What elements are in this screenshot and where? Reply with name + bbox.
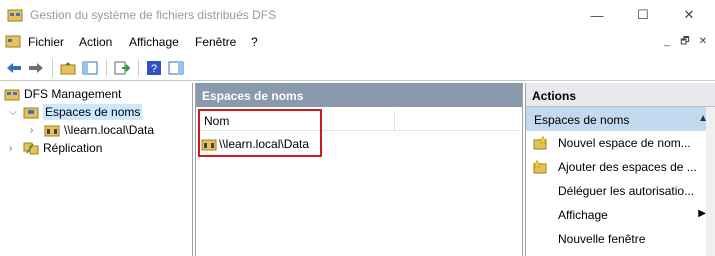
action-view[interactable]: Affichage ▶ [526,203,715,227]
namespaces-icon [23,107,39,119]
tree-item-namespace-data[interactable]: \\learn.local\Data [44,121,154,139]
tree-item-dfs-management[interactable]: DFS Management [4,85,121,103]
action-add-namespaces[interactable]: Ajouter des espaces de ... [526,155,715,179]
action-label: Nouvelle fenêtre [558,232,646,246]
export-list-icon[interactable] [112,58,132,78]
chevron-right-icon[interactable]: › [9,143,12,154]
actions-pane-title: Actions [526,83,715,107]
actions-scrollbar[interactable] [706,107,715,256]
results-pane: Espaces de noms Nom \\learn.local\Data [195,83,523,256]
mmc-menu-icon[interactable] [5,34,21,48]
namespace-server-icon [44,125,60,137]
chevron-right-icon[interactable]: › [30,125,33,136]
add-namespace-icon [532,159,547,174]
tree-label: Espaces de noms [43,104,143,120]
menu-bar: Fichier Action Affichage Fenêtre ? [0,30,715,53]
close-button[interactable]: ✕ [666,0,712,30]
action-label: Nouvel espace de nom... [558,136,691,150]
new-namespace-icon [533,135,548,150]
submenu-arrow-icon: ▶ [698,208,706,219]
toolbar: ? [0,55,715,81]
actions-section-namespaces[interactable]: Espaces de noms ▲ [526,107,715,131]
action-label: Ajouter des espaces de ... [558,160,697,174]
replication-icon [23,142,39,155]
column-divider[interactable] [394,111,395,131]
tree-item-replication[interactable]: Réplication [23,139,102,157]
actions-pane: Actions Espaces de noms ▲ Nouvel espace … [525,83,715,256]
minimize-button[interactable]: — [574,0,620,30]
back-icon[interactable] [4,58,24,78]
chevron-down-icon[interactable]: ⌵ [9,107,17,118]
up-folder-icon[interactable] [58,58,78,78]
show-hide-tree-icon[interactable] [80,58,100,78]
menu-affichage[interactable]: Affichage [129,35,179,49]
action-delegate-permissions[interactable]: Déléguer les autorisatio... [526,179,715,203]
action-label: Affichage [558,208,608,222]
menu-action[interactable]: Action [79,35,112,49]
menu-fenetre[interactable]: Fenêtre [195,35,236,49]
annotation-highlight [198,109,322,157]
tree-label: Réplication [43,141,103,155]
child-close-icon[interactable]: ✕ [696,36,710,48]
dfs-app-icon [7,9,23,22]
toolbar-separator [138,59,139,77]
show-hide-action-pane-icon[interactable] [166,58,186,78]
forward-icon[interactable] [26,58,46,78]
toolbar-separator [52,59,53,77]
tree-label: \\learn.local\Data [64,123,155,137]
window-title: Gestion du système de fichiers distribué… [30,8,277,22]
svg-text:?: ? [151,63,157,75]
toolbar-separator [106,59,107,77]
actions-section-label: Espaces de noms [534,113,630,127]
tree-label: DFS Management [24,87,122,101]
child-minimize-icon[interactable]: _ [660,36,674,48]
help-icon[interactable]: ? [144,58,164,78]
maximize-button[interactable]: ☐ [620,0,666,30]
menu-fichier[interactable]: Fichier [28,35,64,49]
menu-help[interactable]: ? [251,35,258,49]
dfs-management-icon [4,89,20,101]
console-tree: DFS Management ⌵ Espaces de noms › \\lea… [0,83,193,256]
title-bar: Gestion du système de fichiers distribué… [0,0,715,30]
tree-item-namespaces[interactable]: Espaces de noms [23,103,143,121]
results-pane-title: Espaces de noms [196,83,522,107]
action-new-window[interactable]: Nouvelle fenêtre [526,227,715,251]
action-label: Déléguer les autorisatio... [558,184,695,198]
action-new-namespace[interactable]: Nouvel espace de nom... [526,131,715,155]
child-restore-icon[interactable]: 🗗 [678,36,692,48]
